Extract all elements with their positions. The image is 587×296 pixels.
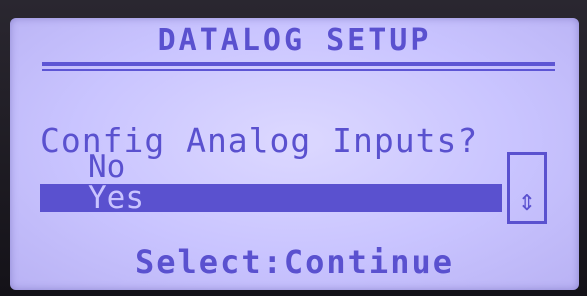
screen-title: DATALOG SETUP	[157, 23, 432, 58]
up-down-arrow-icon: ⇕	[517, 191, 537, 216]
title-divider-thin	[42, 69, 555, 71]
device-bezel: DATALOG SETUP Config Analog Inputs? No Y…	[0, 0, 587, 296]
lcd-screen: DATALOG SETUP Config Analog Inputs? No Y…	[10, 18, 579, 290]
option-yes[interactable]: Yes	[88, 183, 144, 214]
scroll-indicator[interactable]: ⇕	[507, 152, 547, 224]
footer-instruction: Select:Continue	[135, 243, 454, 281]
title-divider-thick	[42, 62, 555, 66]
option-no[interactable]: No	[88, 152, 125, 183]
